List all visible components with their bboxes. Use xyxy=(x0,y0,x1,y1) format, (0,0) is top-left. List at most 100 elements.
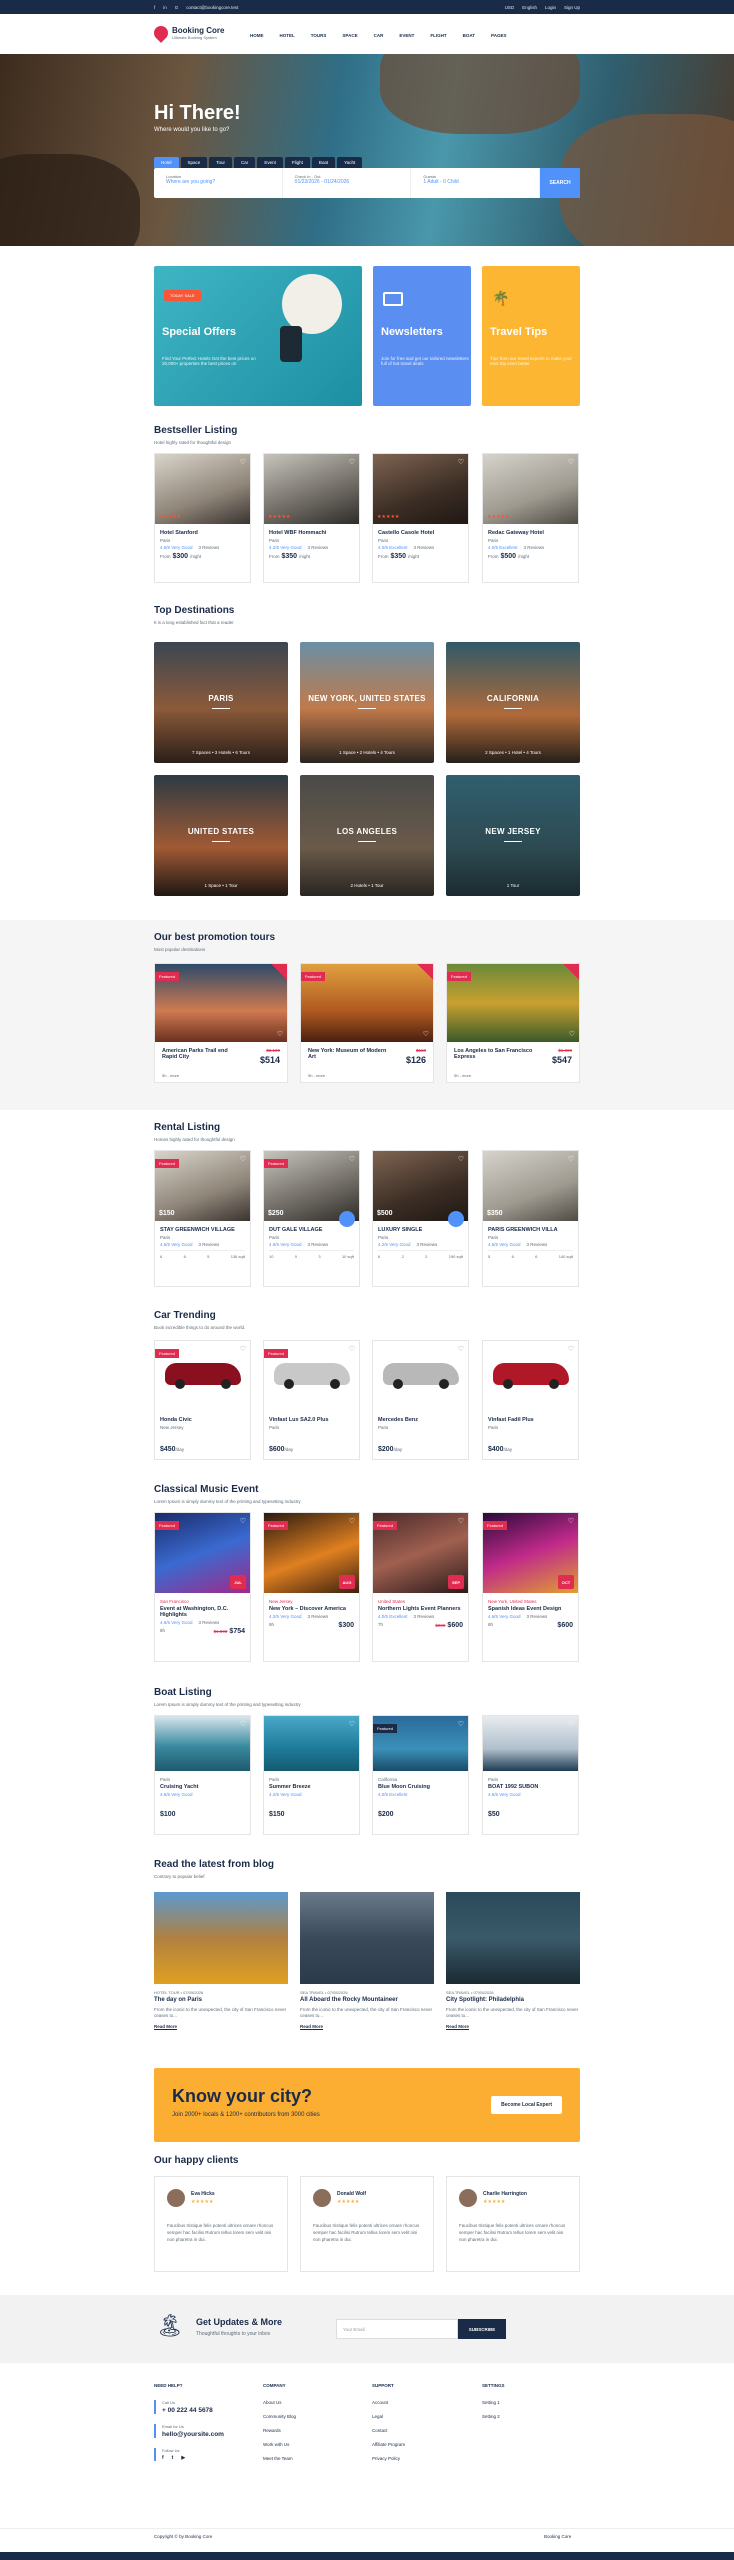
heart-icon[interactable]: ♡ xyxy=(458,1155,464,1163)
heart-icon[interactable]: ♡ xyxy=(568,1345,574,1353)
destination-name[interactable]: CALIFORNIA xyxy=(446,694,580,703)
hotel-image[interactable]: ♡ ★★★★★ xyxy=(155,454,250,524)
event-name[interactable]: New York – Discover America xyxy=(269,1606,354,1612)
tour-name[interactable]: Los Angeles to San Francisco Express xyxy=(454,1048,534,1060)
boat-name[interactable]: BOAT 1992 SUBON xyxy=(488,1784,573,1790)
event-card[interactable]: Featured ♡ OCT New York, United States Spani… xyxy=(482,1512,579,1662)
blog-title[interactable]: The day on Paris xyxy=(154,1997,288,2003)
heart-icon[interactable]: ♡ xyxy=(277,1030,283,1038)
nav-tours[interactable]: TOURS xyxy=(311,33,327,38)
tour-image[interactable]: Featured ♡ xyxy=(447,964,579,1042)
footer-link[interactable]: Contact xyxy=(372,2428,405,2433)
boat-image[interactable]: ♡ xyxy=(155,1716,250,1771)
tab-tour[interactable]: Tour xyxy=(209,157,233,168)
promo-travel-tips[interactable]: 🌴 Travel Tips Tips from our travel exper… xyxy=(482,266,580,406)
boat-image[interactable]: ♡ xyxy=(483,1716,578,1771)
hotel-name[interactable]: Hotel WBF Hommachi xyxy=(269,530,354,536)
rental-card[interactable]: Featured ♡ $150 STAY GREENWICH VILLAGE Paris… xyxy=(154,1150,251,1287)
heart-icon[interactable]: ♡ xyxy=(569,1030,575,1038)
car-name[interactable]: Vinfast Fadil Plus xyxy=(488,1417,573,1423)
blog-card[interactable]: HOTEL TOUR • 07/05/2026 The day on Paris F… xyxy=(154,1892,288,2029)
read-more-link[interactable]: Read More xyxy=(154,2024,288,2029)
location-input[interactable]: Where are you going? xyxy=(166,179,270,185)
destination-card[interactable]: PARIS 7 Spaces • 3 Hotels • 6 Tours xyxy=(154,642,288,763)
hotel-card[interactable]: ♡ ★★★★★ Redac Gateway Hotel Paris 4.0/5 Exce… xyxy=(482,453,579,583)
blog-image[interactable] xyxy=(300,1892,434,1984)
car-name[interactable]: Mercedes Benz xyxy=(378,1417,463,1423)
signup-link[interactable]: Sign Up xyxy=(564,5,580,10)
facebook-icon[interactable]: f xyxy=(162,2455,164,2461)
heart-icon[interactable]: ♡ xyxy=(349,458,355,466)
footer-link[interactable]: Rewards xyxy=(263,2428,296,2433)
nav-pages[interactable]: PAGES xyxy=(491,33,506,38)
guests-input[interactable]: 1 Adult - 0 Child xyxy=(423,179,527,185)
footer-link[interactable]: Account xyxy=(372,2400,405,2405)
rental-card[interactable]: Featured ♡ $250 DUT GALE VILLAGE Paris 4.6/5 … xyxy=(263,1150,360,1287)
heart-icon[interactable]: ♡ xyxy=(568,458,574,466)
rental-name[interactable]: LUXURY SINGLE xyxy=(378,1227,463,1233)
tab-boat[interactable]: Boat xyxy=(311,157,336,168)
tab-yacht[interactable]: Yacht xyxy=(337,157,363,168)
promo-special-offers[interactable]: TODAY SALE Special Offers Find Your Perf… xyxy=(154,266,362,406)
hotel-card[interactable]: ♡ ★★★★★ Hotel WBF Hommachi Paris 4.2/5 Very … xyxy=(263,453,360,583)
destination-card[interactable]: UNITED STATES 1 Space • 1 Tour xyxy=(154,775,288,896)
car-card[interactable]: ♡ Vinfast Fadil Plus Paris $400/day xyxy=(482,1340,579,1460)
nav-event[interactable]: EVENT xyxy=(399,33,414,38)
blog-title[interactable]: City Spotlight: Philadelphia xyxy=(446,1997,580,2003)
destination-name[interactable]: NEW YORK, UNITED STATES xyxy=(300,694,434,703)
event-card[interactable]: Featured ♡ SEP United States Northern Lights… xyxy=(372,1512,469,1662)
tab-flight[interactable]: Flight xyxy=(284,157,310,168)
blog-title[interactable]: All Aboard the Rocky Mountaineer xyxy=(300,1997,434,2003)
rental-image[interactable]: ♡ $350 xyxy=(483,1151,578,1221)
nav-car[interactable]: CAR xyxy=(374,33,384,38)
destination-name[interactable]: PARIS xyxy=(154,694,288,703)
car-image[interactable]: ♡ xyxy=(373,1341,468,1411)
logo[interactable]: Booking Core Ultimate Booking System xyxy=(151,23,224,43)
destination-card[interactable]: LOS ANGELES 2 Hotels • 1 Tour xyxy=(300,775,434,896)
rental-image[interactable]: ♡ $500 xyxy=(373,1151,468,1227)
heart-icon[interactable]: ♡ xyxy=(568,1517,574,1525)
hotel-name[interactable]: Redac Gateway Hotel xyxy=(488,530,573,536)
heart-icon[interactable]: ♡ xyxy=(458,1720,464,1728)
tour-card[interactable]: Featured ♡ New York: Museum of Modern Art $… xyxy=(300,963,434,1083)
hotel-card[interactable]: ♡ ★★★★★ Castello Casole Hotel Paris 4.0/5 Ex… xyxy=(372,453,469,583)
event-name[interactable]: Spanish Ideas Event Design xyxy=(488,1606,573,1612)
boat-card[interactable]: ♡ Paris BOAT 1992 SUBON 4.6/5 Very Good $50 xyxy=(482,1715,579,1835)
heart-icon[interactable]: ♡ xyxy=(349,1155,355,1163)
nav-home[interactable]: HOME xyxy=(250,33,264,38)
footer-link[interactable]: Community Blog xyxy=(263,2414,296,2419)
location-field[interactable]: Location Where are you going? xyxy=(154,168,283,198)
nav-space[interactable]: SPACE xyxy=(342,33,357,38)
event-card[interactable]: Featured ♡ JUL San Francisco Event at Washin… xyxy=(154,1512,251,1662)
hotel-card[interactable]: ♡ ★★★★★ Hotel Stanford Paris 4.6/5 Very Good… xyxy=(154,453,251,583)
heart-icon[interactable]: ♡ xyxy=(349,1720,355,1728)
rental-name[interactable]: DUT GALE VILLAGE xyxy=(269,1227,354,1233)
twitter-icon[interactable]: t xyxy=(172,2455,174,2461)
search-button[interactable]: SEARCH xyxy=(540,168,581,198)
boat-name[interactable]: Blue Moon Cruising xyxy=(378,1784,463,1790)
footer-email[interactable]: hello@yoursite.com xyxy=(162,2431,224,2438)
boat-card[interactable]: Featured ♡ California Blue Moon Cruising 4.0… xyxy=(372,1715,469,1835)
heart-icon[interactable]: ♡ xyxy=(458,1345,464,1353)
boat-card[interactable]: ♡ Paris Cruising Yacht 4.6/5 Very Good $100 xyxy=(154,1715,251,1835)
login-link[interactable]: Login xyxy=(545,5,556,10)
heart-icon[interactable]: ♡ xyxy=(240,1720,246,1728)
dates-field[interactable]: Check In - Out 01/23/2026 - 01/24/2026 xyxy=(283,168,412,198)
event-image[interactable]: Featured ♡ OCT xyxy=(483,1513,578,1593)
currency-select[interactable]: USD xyxy=(505,5,515,10)
heart-icon[interactable]: ♡ xyxy=(568,1720,574,1728)
heart-icon[interactable]: ♡ xyxy=(349,1517,355,1525)
rental-image[interactable]: Featured ♡ $250 xyxy=(264,1151,359,1227)
heart-icon[interactable]: ♡ xyxy=(349,1345,355,1353)
email-link[interactable]: contact@bookingcore.test xyxy=(186,5,238,10)
guests-field[interactable]: Guests 1 Adult - 0 Child xyxy=(411,168,541,198)
hotel-name[interactable]: Castello Casole Hotel xyxy=(378,530,463,536)
footer-link[interactable]: Setting 2 xyxy=(482,2414,505,2419)
read-more-link[interactable]: Read More xyxy=(446,2024,580,2029)
car-image[interactable]: Featured ♡ xyxy=(264,1341,359,1411)
newsletter-email-input[interactable]: Your Email xyxy=(336,2319,458,2339)
dates-input[interactable]: 01/23/2026 - 01/24/2026 xyxy=(295,179,399,185)
boat-card[interactable]: ♡ Paris Summer Breeze 4.2/5 Very Good $150 xyxy=(263,1715,360,1835)
destination-card[interactable]: NEW YORK, UNITED STATES 1 Space • 2 Hotel… xyxy=(300,642,434,763)
footer-link[interactable]: Privacy Policy xyxy=(372,2456,405,2461)
